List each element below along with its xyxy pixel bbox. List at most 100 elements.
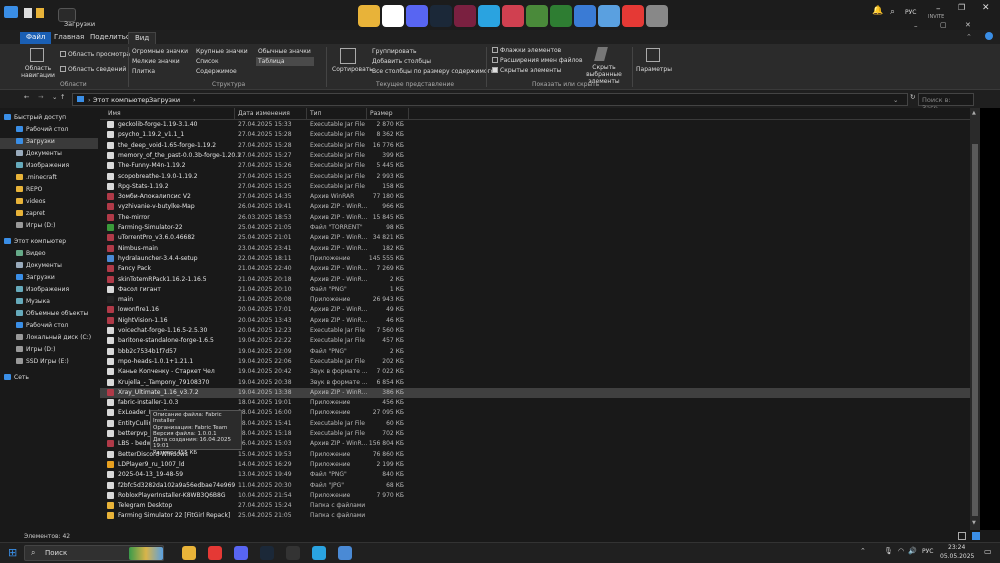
table-row[interactable]: vyzhivanie-v-butylke-Map 26.04.2025 19:41…: [100, 202, 970, 212]
sidebar-item[interactable]: zapret: [0, 210, 98, 221]
table-row[interactable]: LDPlayer9_ru_1007_ld 14.04.2025 16:29 Прил…: [100, 460, 970, 470]
refresh-icon[interactable]: ↻: [910, 93, 915, 101]
tab-view[interactable]: Вид: [128, 32, 157, 44]
column-divider[interactable]: [306, 108, 307, 119]
yandex-icon[interactable]: [208, 546, 222, 560]
table-row[interactable]: scopobreathe-1.9.0-1.19.2 27.04.2025 15:2…: [100, 172, 970, 182]
view-content[interactable]: Содержимое: [196, 68, 237, 75]
view-huge-icons[interactable]: Огромные значки: [132, 48, 188, 55]
maximize-icon[interactable]: ▢: [940, 21, 947, 29]
app-icon[interactable]: [454, 5, 476, 27]
file-extensions-toggle[interactable]: Расширения имен файлов: [492, 57, 583, 64]
sidebar-item[interactable]: Музыка: [0, 298, 98, 309]
column-divider[interactable]: [234, 108, 235, 119]
explorer-icon[interactable]: [182, 546, 196, 560]
details-view-icon[interactable]: [958, 532, 966, 540]
table-row[interactable]: Krujella_-_Tampony_79108370 19.04.2025 20…: [100, 378, 970, 388]
sidebar-item[interactable]: SSD Игры (E:): [0, 358, 98, 369]
steam-icon[interactable]: [260, 546, 274, 560]
table-row[interactable]: NightVision-1.16 20.04.2025 13:43 Архив ZI…: [100, 316, 970, 326]
nav-pane-button[interactable]: Область навигации: [18, 65, 58, 79]
sidebar-item[interactable]: Рабочий стол: [0, 126, 98, 137]
table-row[interactable]: Канье Копченку - Старкет Чел 19.04.2025 2…: [100, 367, 970, 377]
maximize-icon[interactable]: ❐: [958, 3, 965, 12]
column-header-size[interactable]: Размер: [370, 110, 393, 117]
tab-file[interactable]: Файл: [20, 32, 52, 44]
table-row[interactable]: Xray_Ultimate_1.16_v3.7.2 19.04.2025 13:3…: [100, 387, 970, 399]
column-header-type[interactable]: Тип: [310, 110, 322, 117]
explorer-icon[interactable]: [338, 546, 352, 560]
table-row[interactable]: psycho_1.19.2_v1.1_1 27.04.2025 15:28 Exec…: [100, 130, 970, 140]
table-row[interactable]: voicechat-forge-1.16.5-2.5.30 20.04.2025 …: [100, 326, 970, 336]
table-row[interactable]: memory_of_the_past-0.0.3b-forge-1.20.1 27…: [100, 151, 970, 161]
sidebar-item[interactable]: Видео: [0, 250, 98, 261]
sidebar-item[interactable]: Игры (D:): [0, 222, 98, 233]
fit-columns-button[interactable]: Все столбцы по размеру содержимого: [372, 68, 494, 75]
discord-icon[interactable]: [406, 5, 428, 27]
back-arrow-icon[interactable]: ←: [24, 93, 29, 101]
view-normal-icons[interactable]: Обычные значки: [258, 48, 311, 55]
breadcrumb-downloads[interactable]: Загрузки: [149, 96, 180, 104]
sidebar-item[interactable]: Объемные объекты: [0, 310, 98, 321]
address-input[interactable]: › Этот компьютер › Загрузки › ⌄: [72, 93, 908, 106]
table-row[interactable]: baritone-standalone-forge-1.6.5 19.04.202…: [100, 336, 970, 346]
clock-time[interactable]: 23:24: [948, 544, 965, 551]
table-row[interactable]: mpo-heads-1.0.1+1.21.1 19.04.2025 22:06 Ex…: [100, 357, 970, 367]
help-icon[interactable]: [985, 32, 993, 40]
app-icon[interactable]: [574, 5, 596, 27]
sidebar-item[interactable]: Локальный диск (C:): [0, 334, 98, 345]
table-row[interactable]: Telegram Desktop 27.04.2025 15:24 Папка с …: [100, 501, 970, 511]
app-icon[interactable]: [502, 5, 524, 27]
microphone-icon[interactable]: 🎙: [884, 547, 893, 555]
minimize-icon[interactable]: –: [936, 4, 941, 14]
table-row[interactable]: f2bfc5d3282da102a9a56edbae74e969 11.04.20…: [100, 481, 970, 491]
table-row[interactable]: hydralauncher-3.4.4-setup 22.04.2025 18:1…: [100, 254, 970, 264]
table-row[interactable]: Farming-Simulator-22 25.04.2025 21:05 Файл…: [100, 223, 970, 233]
options-button[interactable]: Параметры: [636, 66, 672, 73]
table-row[interactable]: the_deep_void-1.65-forge-1.19.2 27.04.202…: [100, 141, 970, 151]
details-pane-button[interactable]: Область сведений: [60, 66, 126, 73]
sidebar-item[interactable]: videos: [0, 198, 98, 209]
table-row[interactable]: fabric-installer-1.0.3 18.04.2025 19:01 Пр…: [100, 398, 970, 408]
sidebar-item[interactable]: Изображения: [0, 162, 98, 173]
table-row[interactable]: Rpg-Stats-1.19.2 27.04.2025 15:25 Executab…: [100, 182, 970, 192]
scroll-up-icon[interactable]: ▲: [972, 110, 976, 116]
column-divider[interactable]: [408, 108, 409, 119]
table-row[interactable]: Зомби-Апокалипсис V2 27.04.2025 14:35 Архи…: [100, 192, 970, 202]
table-row[interactable]: uTorrentPro_v3.6.0.46682 25.04.2025 21:01…: [100, 233, 970, 243]
preview-pane-button[interactable]: Область просмотра: [60, 51, 130, 58]
app-icon[interactable]: [598, 5, 620, 27]
table-row[interactable]: The-mirror 26.03.2025 18:53 Архив ZIP - Wi…: [100, 213, 970, 223]
sidebar-item[interactable]: Документы: [0, 262, 98, 273]
explorer-icon[interactable]: [358, 5, 380, 27]
table-row[interactable]: bbb2c7534b1f7d57 19.04.2025 22:09 Файл "PN…: [100, 347, 970, 357]
forward-arrow-icon[interactable]: →: [38, 93, 43, 101]
yandex-icon[interactable]: [382, 5, 404, 27]
clock-date[interactable]: 05.05.2025: [940, 553, 974, 560]
telegram-icon[interactable]: [312, 546, 326, 560]
item-checkboxes-toggle[interactable]: Флажки элементов: [492, 47, 561, 54]
view-tiles[interactable]: Плитка: [132, 68, 155, 75]
table-row[interactable]: Fancy Pack 21.04.2025 22:40 Архив ZIP - Wi…: [100, 264, 970, 274]
search-input[interactable]: Поиск в: Загр...: [918, 93, 974, 112]
app-icon[interactable]: [622, 5, 644, 27]
sidebar-item[interactable]: Игры (D:): [0, 346, 98, 357]
up-arrow-icon[interactable]: ↑: [60, 93, 65, 101]
table-row[interactable]: geckolib-forge-1.19-3.1.40 27.04.2025 15:…: [100, 120, 970, 130]
sidebar-item[interactable]: Загрузки: [0, 274, 98, 285]
bell-icon[interactable]: 🔔: [872, 6, 883, 16]
view-small-icons[interactable]: Мелкие значки: [132, 58, 180, 65]
chevron-up-icon[interactable]: ⌃: [966, 33, 972, 41]
chevron-down-icon[interactable]: ⌄: [893, 96, 898, 104]
telegram-icon[interactable]: [478, 5, 500, 27]
app-icon[interactable]: [550, 5, 572, 27]
taskbar-search-input[interactable]: ⌕ Поиск: [24, 545, 164, 561]
vertical-scrollbar[interactable]: ▲ ▼: [970, 108, 980, 530]
minecraft-icon[interactable]: [526, 5, 548, 27]
sidebar-item[interactable]: Быстрый доступ: [0, 114, 98, 125]
table-row[interactable]: lowonfire1.16 20.04.2025 17:01 Архив ZIP -…: [100, 305, 970, 315]
table-row[interactable]: skinTotemRPack1.16.2-1.16.5 21.04.2025 20…: [100, 275, 970, 285]
view-large-icons[interactable]: Крупные значки: [196, 48, 248, 55]
table-row[interactable]: The-Funny-M4n-1.19.2 27.04.2025 15:26 Exec…: [100, 161, 970, 171]
hidden-items-toggle[interactable]: Скрытые элементы: [492, 67, 561, 74]
